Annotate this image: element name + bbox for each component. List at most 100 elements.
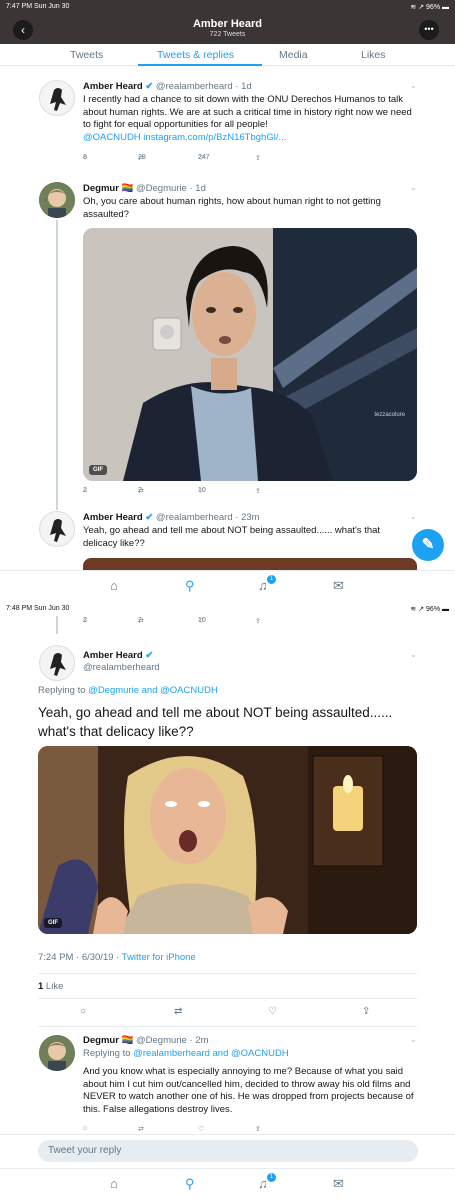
share-icon: ⇪ [255,488,261,495]
tweet-text: I recently had a chance to sit down with… [83,94,412,130]
likes-label: Like [43,981,64,992]
likes-summary[interactable]: 1 Like [38,981,63,994]
divider [38,973,417,974]
bottom-nav: ⌂ ⚲ ♫ 1 ✉ [0,570,455,600]
heart-icon: ♡ [268,1006,277,1017]
author-handle: @Degmurie · 1d [136,183,206,194]
search-icon[interactable]: ⚲ [185,1176,195,1192]
retweet-count: 2 [138,617,142,624]
profile-name: Amber Heard [192,18,263,30]
messages-icon[interactable]: ✉ [333,578,344,594]
gif-badge: GIF [89,465,107,475]
status-time: 7:47 PM Sun Jun 30 [6,3,70,10]
tweet-author[interactable]: Amber Heard ✔ @realamberheard · 1d [83,81,252,92]
avatar-figure-icon [50,653,66,676]
compose-feather-icon: ✎ [421,536,435,553]
tab-tweets-replies[interactable]: Tweets & replies [157,49,234,61]
notification-badge: 1 [267,575,276,584]
replying-to: Replying to @Degmurie and @OACNUDH [38,685,418,698]
more-button[interactable]: ••• [419,20,439,40]
divider [38,1026,417,1027]
replying-targets[interactable]: @realamberheard and @OACNUDH [133,1048,289,1059]
tweet-author[interactable]: Degmur 🏳️‍🌈 @Degmurie · 2m [83,1035,208,1046]
tweet-actions: ○ ⇄ ♡ ⇪ [80,1006,380,1020]
verified-icon: ✔ [145,650,154,661]
tweet-gif[interactable]: tezzacolure GIF [83,228,417,481]
avatar[interactable] [39,645,75,681]
author-handle: @Degmurie · 2m [136,1035,209,1046]
share-icon: ⇪ [255,618,261,625]
heart-icon: ♡ [198,1126,205,1133]
replying-targets[interactable]: @Degmurie and @OACNUDH [88,685,218,696]
tweet-menu-caret[interactable]: ⌄ [410,512,417,521]
author-name: Amber Heard [83,81,143,92]
tab-tweets[interactable]: Tweets [70,49,103,61]
home-icon[interactable]: ⌂ [110,578,118,593]
gif-image [38,746,417,934]
avatar[interactable] [39,182,75,218]
tweet-actions: ○ 2 ⇄ 2 ♡ 10 ⇪ [83,617,383,629]
status-indicators: ≋ ↗ 96% ▬ [410,606,449,613]
gif-badge: GIF [44,918,62,928]
tweet-reply-input[interactable]: Tweet your reply [38,1140,418,1162]
notification-badge: 1 [267,1173,276,1182]
tweet-source[interactable]: Twitter for iPhone [122,952,196,963]
tweet-count: 722 Tweets [209,31,246,38]
author-name: Degmur 🏳️‍🌈 [83,183,134,194]
tweet-media-peek [83,558,417,570]
avatar[interactable] [39,511,75,547]
avatar-figure-icon [50,519,66,542]
reply-icon: ○ [83,1125,88,1132]
tweet-menu-caret[interactable]: ⌄ [410,650,417,659]
status-indicators: ≋ ↗ 96% ▬ [410,4,449,11]
search-icon[interactable]: ⚲ [185,578,195,594]
author-name: Amber Heard [83,650,143,661]
thread-line [56,220,58,510]
tweet-gif[interactable]: GIF [38,746,417,934]
tweet-timestamp: 7:24 PM · 6/30/19 · Twitter for iPhone [38,952,418,965]
tweet-menu-caret[interactable]: ⌄ [410,81,417,90]
verified-icon: ✔ [145,512,154,523]
author-handle[interactable]: @realamberheard [83,662,160,673]
tweet-time: 7:24 PM · 6/30/19 · [38,952,122,963]
compose-tweet-button[interactable]: ✎ [412,529,444,561]
messages-icon[interactable]: ✉ [333,1176,344,1192]
tweet-text: Yeah, go ahead and tell me about NOT bei… [83,525,381,549]
replying-prefix: Replying to [38,685,89,696]
tweet-author[interactable]: Degmur 🏳️‍🌈 @Degmurie · 1d [83,183,206,194]
reply-count: 2 [83,487,87,494]
tweet-author[interactable]: Amber Heard ✔ [83,650,153,661]
gif-watermark: tezzacolure [374,412,405,418]
tweet-text: Oh, you care about human rights, how abo… [83,196,381,220]
reply-count: 2 [83,617,87,624]
tab-likes[interactable]: Likes [361,49,386,61]
thread-line [56,616,58,634]
tweet-links[interactable]: @OACNUDH instagram.com/p/BzN16TbghGl/... [83,132,418,145]
replying-to: Replying to @realamberheard and @OACNUDH [83,1048,418,1061]
home-icon[interactable]: ⌂ [110,1176,118,1191]
tweet-actions: ○ 2 ⇄ 2 ♡ 10 ⇪ [83,487,383,499]
profile-tabs: Tweets Tweets & replies Media Likes [0,44,455,66]
share-icon: ⇪ [255,1126,261,1133]
retweet-icon: ⇄ [174,1006,183,1017]
more-icon: ••• [424,24,434,34]
author-handle: @realamberheard · 1d [155,81,252,92]
reply-icon: ○ [80,1006,87,1017]
avatar[interactable] [39,80,75,116]
status-time: 7:48 PM Sun Jun 30 [6,605,70,612]
bottom-nav: ⌂ ⚲ ♫ 1 ✉ [0,1168,455,1200]
author-handle: @realamberheard · 23m [155,512,260,523]
gif-image [83,228,417,481]
retweet-count: 2 [138,487,142,494]
avatar-figure-icon [50,88,66,111]
tweet-text: Yeah, go ahead and tell me about NOT bei… [38,705,393,739]
tab-media[interactable]: Media [279,49,308,61]
tweet-menu-caret[interactable]: ⌄ [410,183,417,192]
tweet-menu-caret[interactable]: ⌄ [410,1035,417,1044]
avatar[interactable] [39,1035,75,1071]
verified-icon: ✔ [145,81,154,92]
share-icon: ⇪ [362,1006,371,1017]
avatar-face-icon [39,1035,75,1071]
tweet-author[interactable]: Amber Heard ✔ @realamberheard · 23m [83,512,260,523]
retweet-icon: ⇄ [138,1126,144,1133]
